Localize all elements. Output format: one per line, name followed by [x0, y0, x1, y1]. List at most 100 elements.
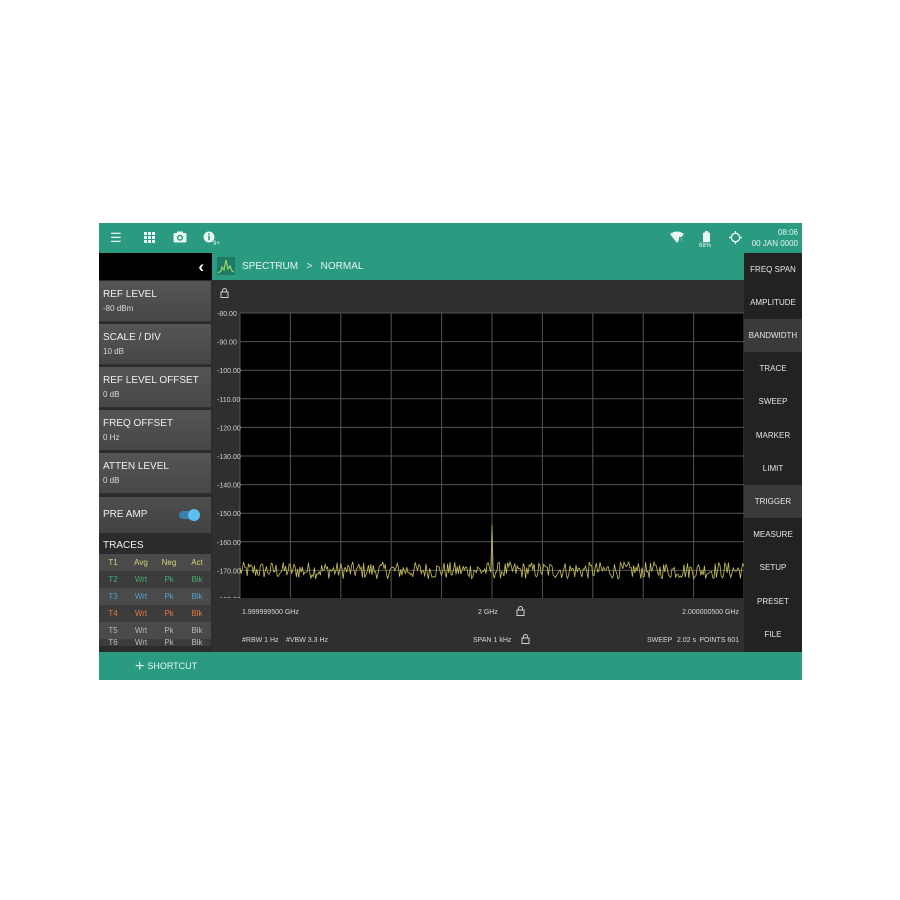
trace-cell: Pk	[164, 575, 174, 584]
clock: 08:06 00 JAN 0000	[752, 227, 798, 249]
spectrum-view: SPECTRUM > NORMAL -80.00 -90.00 -100.00 -11…	[212, 253, 744, 652]
bottom-bar: + SHORTCUT	[99, 652, 802, 680]
trace-cell: Neg	[161, 558, 177, 567]
clock-date: 00 JAN 0000	[751, 239, 798, 248]
breadcrumb-sub: NORMAL	[320, 261, 364, 272]
trace-cell: T6	[108, 639, 118, 646]
menu-bandwidth[interactable]: BANDWIDTH	[744, 319, 802, 352]
y-tick-label: -140.00	[217, 483, 241, 490]
menu-icon[interactable]: ☰	[110, 230, 122, 246]
settings-panel: ‹ REF LEVEL -80 dBm SCALE / DIV 10 dB RE…	[99, 253, 212, 652]
wifi-icon: !	[670, 231, 684, 247]
trace-cell: Blk	[191, 609, 203, 618]
panel-back-row: ‹	[99, 253, 212, 280]
apps-grid-icon[interactable]	[144, 231, 155, 247]
trace-cell: Wrt	[134, 626, 148, 635]
trace-row-t6[interactable]: T6 Wrt Pk Blk	[99, 639, 211, 646]
param-ref-level[interactable]: REF LEVEL -80 dBm	[99, 281, 211, 322]
status-bar: ☰ 9+ ! 68% 08:06 00 JAN 0000	[99, 223, 802, 253]
menu-marker[interactable]: MARKER	[744, 419, 802, 452]
y-tick-label: -120.00	[217, 425, 241, 432]
menu-file[interactable]: FILE	[744, 618, 802, 651]
trace-row-t2[interactable]: T2 Wrt Pk Blk	[99, 571, 211, 588]
menu-freq-span[interactable]: FREQ SPAN	[744, 253, 802, 286]
info-badge: 9+	[213, 241, 220, 247]
span-value[interactable]: SPAN 1 kHz	[473, 637, 511, 644]
trace-cell: Wrt	[134, 575, 148, 584]
plus-icon: +	[135, 657, 145, 675]
y-tick-label: -80.00	[217, 311, 237, 318]
trace-cell: Pk	[164, 609, 174, 618]
param-scale-div[interactable]: SCALE / DIV 10 dB	[99, 324, 211, 365]
trace-cell: T1	[108, 558, 118, 567]
function-menu: FREQ SPAN AMPLITUDE BANDWIDTH TRACE SWEE…	[744, 253, 802, 652]
traces-table: T1 Avg Neg Act T2 Wrt Pk Blk T3 Wrt Pk Blk T4 Wrt P…	[99, 554, 211, 646]
menu-measure[interactable]: MEASURE	[744, 518, 802, 551]
y-tick-label: -100.00	[217, 368, 241, 375]
param-value: 0 dB	[103, 476, 120, 485]
chevron-left-icon[interactable]: ‹	[198, 257, 204, 277]
camera-icon[interactable]	[173, 231, 187, 247]
param-value: 0 dB	[103, 390, 120, 399]
y-tick-label: -110.00	[217, 397, 240, 404]
pre-amp-row: PRE AMP	[99, 497, 211, 533]
param-atten-level[interactable]: ATTEN LEVEL 0 dB	[99, 453, 211, 494]
param-label: REF LEVEL	[103, 289, 157, 300]
toggle-knob	[188, 509, 200, 521]
vbw-value[interactable]: #VBW 3.3 Hz	[286, 637, 328, 644]
trace-cell: T2	[108, 575, 118, 584]
traces-title: TRACES	[103, 540, 144, 551]
clock-time: 08:06	[777, 228, 798, 237]
spectrum-plot[interactable]: -80.00 -90.00 -100.00 -110.00 -120.00 -130.00…	[212, 301, 744, 598]
y-tick-label: -180.00	[217, 597, 241, 598]
menu-limit[interactable]: LIMIT	[744, 452, 802, 485]
battery-percent: 68%	[699, 243, 712, 249]
points-value[interactable]: POINTS 601	[699, 637, 739, 644]
menu-amplitude[interactable]: AMPLITUDE	[744, 286, 802, 319]
trace-cell: Pk	[164, 592, 174, 601]
menu-setup[interactable]: SETUP	[744, 551, 802, 584]
shortcut-button[interactable]: + SHORTCUT	[135, 658, 197, 675]
menu-trace[interactable]: TRACE	[744, 352, 802, 385]
menu-preset[interactable]: PRESET	[744, 585, 802, 618]
pre-amp-label: PRE AMP	[103, 509, 148, 520]
param-ref-level-offset[interactable]: REF LEVEL OFFSET 0 dB	[99, 367, 211, 408]
trace-cell: Blk	[191, 626, 203, 635]
stop-freq: 2.000000500 GHz	[682, 609, 739, 616]
trace-cell: Wrt	[134, 639, 148, 646]
y-tick-label: -150.00	[217, 511, 241, 518]
y-tick-label: -90.00	[217, 340, 237, 347]
trace-cell: Pk	[164, 626, 174, 635]
lock-icon[interactable]	[516, 606, 525, 618]
trace-row-t1[interactable]: T1 Avg Neg Act	[99, 554, 211, 571]
y-tick-label: -170.00	[217, 568, 241, 575]
lock-icon[interactable]	[521, 634, 530, 646]
spectrum-mode-icon[interactable]	[217, 257, 235, 275]
menu-trigger[interactable]: TRIGGER	[744, 485, 802, 518]
param-label: REF LEVEL OFFSET	[103, 375, 199, 386]
trace-cell: Wrt	[134, 592, 148, 601]
trace-cell: Act	[191, 558, 203, 567]
trace-row-t3[interactable]: T3 Wrt Pk Blk	[99, 588, 211, 605]
trace-row-t5[interactable]: T5 Wrt Pk Blk	[99, 622, 211, 639]
pre-amp-toggle[interactable]	[179, 509, 200, 521]
lock-icon[interactable]	[220, 288, 229, 300]
param-label: FREQ OFFSET	[103, 418, 173, 429]
center-freq: 2 GHz	[478, 609, 498, 616]
trace-cell: T4	[108, 609, 118, 618]
trace-cell: Blk	[191, 592, 203, 601]
menu-sweep[interactable]: SWEEP	[744, 385, 802, 418]
spectrum-analyzer-app: ☰ 9+ ! 68% 08:06 00 JAN 0000 ‹ REF LEVEL…	[99, 223, 802, 680]
breadcrumb-separator: >	[306, 261, 313, 272]
trace-row-t4[interactable]: T4 Wrt Pk Blk	[99, 605, 211, 622]
start-freq: 1.999999500 GHz	[242, 609, 299, 616]
sweep-time[interactable]: 2.02 s	[677, 637, 696, 644]
rbw-value[interactable]: #RBW 1 Hz	[242, 637, 279, 644]
breadcrumb: SPECTRUM > NORMAL	[212, 253, 744, 280]
param-freq-offset[interactable]: FREQ OFFSET 0 Hz	[99, 410, 211, 451]
gps-icon[interactable]	[729, 231, 742, 248]
trace-cell: Blk	[191, 575, 203, 584]
breadcrumb-mode: SPECTRUM	[242, 261, 299, 272]
trace-cell: T5	[108, 626, 118, 635]
breadcrumb-text[interactable]: SPECTRUM > NORMAL	[242, 261, 363, 272]
